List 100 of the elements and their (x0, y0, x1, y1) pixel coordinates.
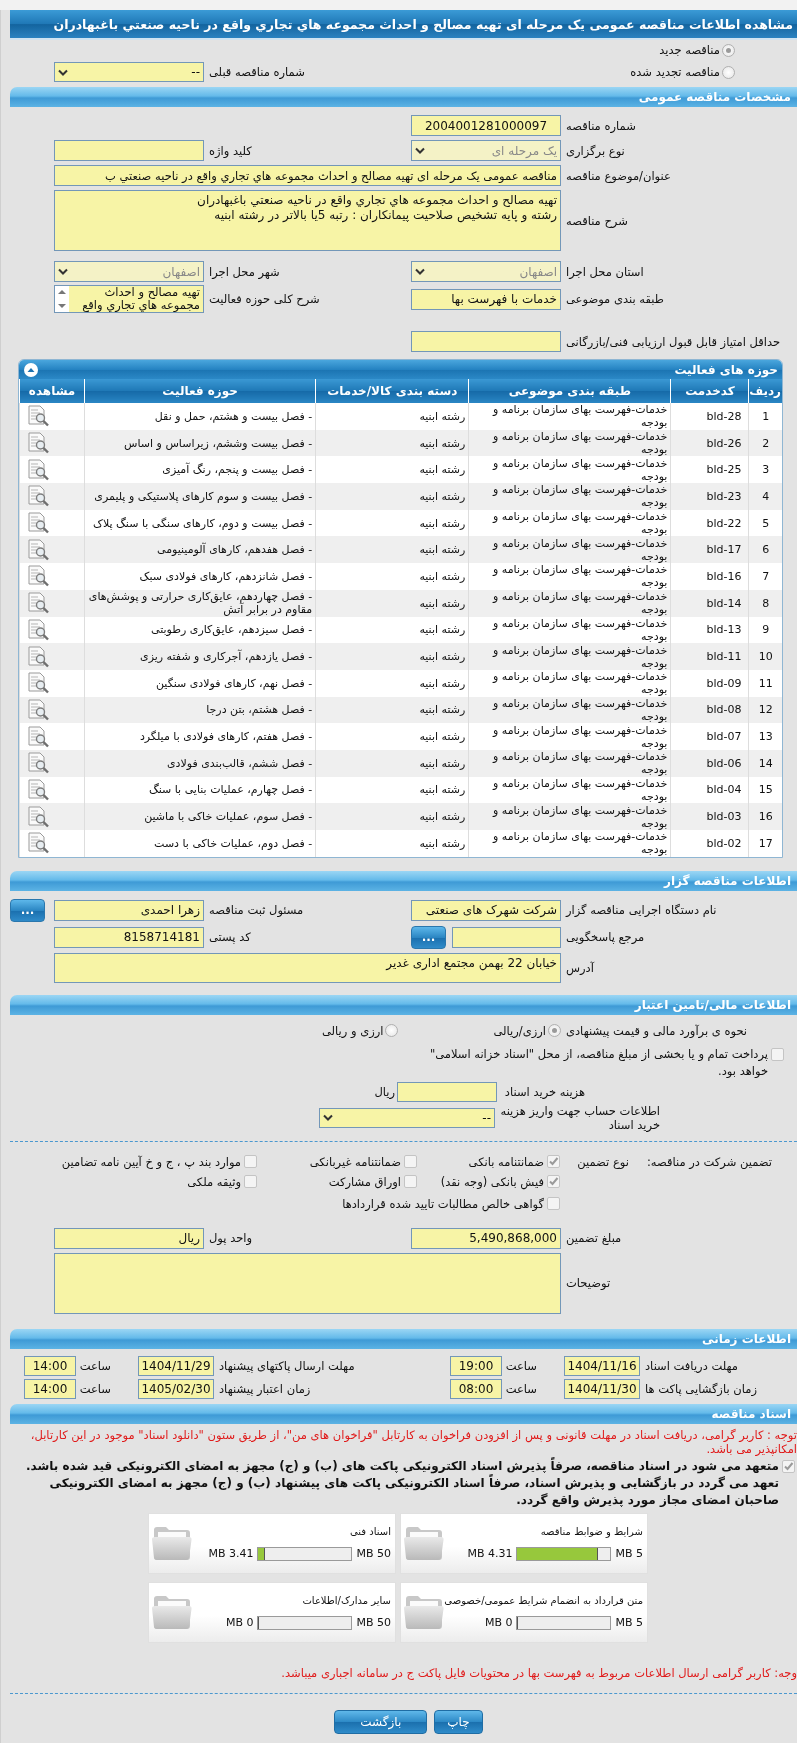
field-label: مبلغ تضمین (565, 1231, 623, 1246)
checkbox[interactable] (771, 1047, 784, 1061)
document-search-icon[interactable] (26, 485, 50, 508)
radio-button[interactable] (722, 43, 735, 57)
document-search-icon[interactable] (26, 832, 50, 855)
document-search-icon[interactable] (26, 432, 50, 455)
text-area[interactable]: خیابان 22 بهمن مجتمع اداری غدیر (54, 952, 561, 983)
radio-button[interactable] (548, 1024, 561, 1038)
radio-label: ارزی/ریالی (493, 1023, 546, 1038)
action-button[interactable]: چاپ (434, 1709, 483, 1734)
checkbox[interactable] (404, 1155, 417, 1169)
input-field[interactable]: 08:00 (450, 1378, 502, 1399)
folder-icon[interactable] (403, 1524, 445, 1563)
table-cell: bld-23 (670, 483, 749, 510)
section-header: مشخصات مناقصه عمومی (10, 87, 797, 107)
table-cell: خدمات-فهرست بهای سازمان برنامه و بودجه (468, 830, 671, 857)
document-search-icon[interactable] (26, 805, 50, 828)
column-header[interactable]: ردیف (749, 379, 782, 403)
input-field[interactable]: 5,490,868,000 (411, 1227, 561, 1249)
more-button[interactable]: ... (10, 898, 45, 922)
document-search-icon[interactable] (26, 565, 50, 588)
more-button[interactable]: ... (411, 925, 446, 949)
column-header[interactable]: مشاهده (19, 379, 85, 403)
table-cell: bld-09 (670, 669, 749, 697)
input-field[interactable]: 8158714181 (54, 926, 204, 948)
checkbox[interactable] (547, 1175, 560, 1189)
table-cell: خدمات-فهرست بهای سازمان برنامه و بودجه (468, 803, 671, 830)
list-box[interactable]: تهیه مصالح و احداث مجموعه هاي تجاري واقع (54, 285, 204, 313)
input-field[interactable] (397, 1081, 497, 1102)
checkbox[interactable] (244, 1155, 257, 1169)
column-header[interactable]: کدخدمت (670, 379, 749, 403)
dropdown[interactable]: -- (319, 1107, 495, 1128)
document-search-icon[interactable] (26, 618, 50, 641)
section-header: اطلاعات زمانی (10, 1328, 797, 1349)
input-field[interactable]: مناقصه عمومی یک مرحله ای تهیه مصالح و احداث مجموعه هاي تجاري واقع در ناحيه صنعتي ب (54, 165, 561, 186)
dropdown[interactable]: -- (54, 62, 204, 82)
input-field[interactable]: 1405/02/30 (138, 1378, 214, 1399)
table-cell: 4 (749, 483, 782, 510)
document-search-icon[interactable] (26, 405, 50, 428)
folder-icon[interactable] (151, 1593, 193, 1632)
checkbox[interactable] (244, 1175, 257, 1189)
input-field[interactable]: 2004001281000097 (411, 115, 561, 136)
document-search-icon[interactable] (26, 645, 50, 668)
file-name: متن قرارداد به انضمام شرایط عمومی/خصوصی (444, 1594, 643, 1606)
input-field[interactable]: 1404/11/16 (564, 1355, 640, 1376)
column-header[interactable]: حوزه فعالیت (84, 379, 316, 403)
field-label: تضمین شرکت در مناقصه: (646, 1154, 772, 1169)
size-limit: 5 MB (615, 1616, 643, 1630)
document-search-icon[interactable] (26, 778, 50, 801)
action-button[interactable]: بازگشت (334, 1709, 428, 1734)
table-cell: - فصل بیست وششم، زیراساس و اساس (84, 429, 316, 457)
input-field[interactable]: 14:00 (24, 1378, 76, 1399)
document-search-icon[interactable] (26, 538, 50, 561)
scroll-arrows-icon[interactable] (55, 286, 69, 312)
input-field[interactable]: ریال (54, 1227, 204, 1249)
input-field[interactable] (54, 140, 204, 161)
document-search-icon[interactable] (26, 458, 50, 481)
text-area[interactable] (54, 1252, 561, 1314)
checkbox[interactable] (404, 1175, 417, 1189)
field-label: زمان اعتبار پیشنهاد (218, 1381, 312, 1396)
input-field[interactable] (452, 926, 561, 948)
document-search-icon[interactable] (26, 512, 50, 535)
input-field[interactable]: 19:00 (450, 1355, 502, 1376)
document-search-icon[interactable] (26, 752, 50, 775)
document-search-icon[interactable] (26, 698, 50, 721)
document-search-icon[interactable] (26, 592, 50, 615)
column-header[interactable]: دسته بندی کالا/خدمات (315, 379, 469, 403)
input-field[interactable]: خدمات با فهرست بها (411, 288, 561, 310)
field-label: کد پستی (208, 930, 252, 945)
file-name: سایر مدارک/اطلاعات (302, 1594, 391, 1606)
input-field[interactable]: 1404/11/29 (138, 1355, 214, 1376)
radio-button[interactable] (385, 1024, 399, 1038)
table-cell: 6 (749, 536, 782, 564)
input-field[interactable] (411, 331, 561, 352)
checkbox[interactable] (547, 1155, 560, 1169)
collapse-icon[interactable] (23, 361, 39, 378)
column-header[interactable]: طبقه بندی موضوعی (468, 379, 671, 403)
folder-icon[interactable] (151, 1524, 193, 1563)
caret-icon (58, 268, 68, 275)
input-field[interactable]: زهرا احمدی (54, 899, 204, 921)
checkbox[interactable] (547, 1197, 560, 1211)
table-cell: bld-14 (670, 589, 749, 617)
table-cell: رشته ابنیه (315, 643, 469, 670)
table-cell: رشته ابنیه (315, 723, 469, 750)
input-field[interactable]: 1404/11/30 (564, 1378, 640, 1399)
field-label: ساعت (78, 1381, 111, 1396)
list-item[interactable]: تهیه مصالح و احداث مجموعه هاي تجاري واقع (79, 286, 203, 312)
document-search-icon[interactable] (26, 672, 50, 695)
radio-label: ارزی و ریالی (321, 1023, 384, 1038)
field-label: واحد پول (208, 1231, 254, 1246)
document-search-icon[interactable] (26, 725, 50, 748)
section-header: اطلاعات مالی/تامین اعتبار (10, 994, 797, 1015)
checkbox[interactable] (782, 1459, 795, 1473)
title-bar: مشاهده اطلاعات مناقصه عمومی یک مرحله ای تهیه مصالح و احداث مجموعه هاي تجاري واقع در ناحيه صنعتي باغبهادران (10, 10, 797, 40)
input-field[interactable]: شرکت شهرک های صنعتی (411, 899, 561, 921)
field-label: استان محل اجرا (565, 264, 645, 279)
input-field[interactable]: 14:00 (24, 1355, 76, 1376)
radio-button[interactable] (722, 65, 735, 79)
folder-icon[interactable] (403, 1593, 445, 1632)
text-area[interactable]: تهیه مصالح و احداث مجموعه هاي تجاري واقع در ناحيه صنعتي باغبهادران رشته و پایه تشخیص صلاحیت پیمانکاران : رتبه 5یا بالاتر در رشته ابنیه (54, 190, 561, 251)
